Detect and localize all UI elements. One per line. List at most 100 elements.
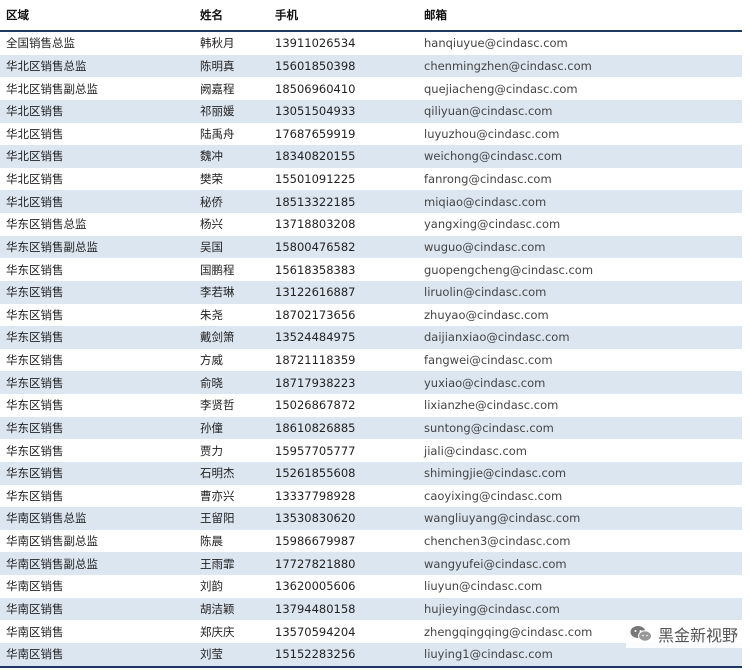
cell-phone: 17727821880 bbox=[275, 556, 356, 571]
cell-region: 华东区销售 bbox=[6, 262, 64, 277]
cell-phone: 15026867872 bbox=[275, 398, 356, 413]
cell-region: 华东区销售 bbox=[6, 307, 64, 322]
cell-phone: 15618358383 bbox=[275, 262, 356, 277]
table-row: 全国销售总监 韩秋月 13911026534 hanqiuyue@cindasc.co… bbox=[0, 32, 742, 55]
cell-region: 华东区销售 bbox=[6, 488, 64, 503]
cell-email[interactable]: qiliyuan@cindasc.com bbox=[424, 104, 553, 118]
table-header: 区域 姓名 手机 邮箱 bbox=[0, 0, 742, 32]
cell-phone: 13911026534 bbox=[275, 36, 356, 51]
cell-email[interactable]: wangyufei@cindasc.com bbox=[424, 557, 567, 571]
cell-email[interactable]: suntong@cindasc.com bbox=[424, 421, 554, 435]
cell-name: 曹亦兴 bbox=[200, 488, 235, 503]
cell-name: 韩秋月 bbox=[200, 36, 235, 51]
table-row: 华北区销售 陆禹舟 17687659919 luyuzhou@cindasc.com bbox=[0, 123, 742, 146]
header-email: 邮箱 bbox=[424, 8, 447, 22]
cell-region: 华北区销售总监 bbox=[6, 58, 87, 73]
table-row: 华东区销售 李贤哲 15026867872 lixianzhe@cindasc.com bbox=[0, 394, 742, 417]
cell-email[interactable]: miqiao@cindasc.com bbox=[424, 195, 546, 209]
cell-phone: 18513322185 bbox=[275, 194, 356, 209]
table-row: 华北区销售副总监 阙嘉程 18506960410 quejiacheng@cindas… bbox=[0, 77, 742, 100]
cell-email[interactable]: wangliuyang@cindasc.com bbox=[424, 511, 580, 525]
cell-email[interactable]: wuguo@cindasc.com bbox=[424, 240, 546, 254]
table-row: 华北区销售 祁丽媛 13051504933 qiliyuan@cindasc.com bbox=[0, 99, 742, 123]
cell-email[interactable]: yuxiao@cindasc.com bbox=[424, 376, 545, 390]
cell-email[interactable]: yangxing@cindasc.com bbox=[424, 217, 560, 231]
cell-email[interactable]: fangwei@cindasc.com bbox=[424, 353, 553, 367]
table-bottom-rule bbox=[0, 665, 742, 668]
cell-name: 王留阳 bbox=[200, 511, 235, 526]
cell-phone: 13620005606 bbox=[275, 579, 356, 594]
table-row: 华东区销售 国鹏程 15618358383 guopengcheng@cindasc.… bbox=[0, 258, 742, 281]
table-row: 华东区销售 俞晓 18717938223 yuxiao@cindasc.com bbox=[0, 371, 742, 394]
cell-email[interactable]: luyuzhou@cindasc.com bbox=[424, 127, 559, 141]
cell-region: 华东区销售 bbox=[6, 466, 64, 481]
cell-email[interactable]: quejiacheng@cindasc.com bbox=[424, 82, 578, 96]
cell-email[interactable]: liuying1@cindasc.com bbox=[424, 647, 553, 661]
cell-phone: 13794480158 bbox=[275, 601, 356, 616]
table-row: 华东区销售 戴剑箫 13524484975 daijianxiao@cindasc.c… bbox=[0, 326, 742, 349]
cell-phone: 15800476582 bbox=[275, 239, 356, 254]
cell-email[interactable]: zhengqingqing@cindasc.com bbox=[424, 625, 592, 639]
table-row: 华北区销售总监 陈明真 15601850398 chenmingzhen@cindas… bbox=[0, 54, 742, 78]
cell-region: 华东区销售 bbox=[6, 285, 64, 300]
cell-email[interactable]: chenmingzhen@cindasc.com bbox=[424, 59, 592, 73]
table-row: 华东区销售 李若琳 13122616887 liruolin@cindasc.com bbox=[0, 280, 742, 304]
cell-region: 华南区销售 bbox=[6, 647, 64, 662]
cell-phone: 18506960410 bbox=[275, 81, 356, 96]
cell-name: 石明杰 bbox=[200, 466, 235, 481]
cell-email[interactable]: zhuyao@cindasc.com bbox=[424, 308, 549, 322]
cell-region: 全国销售总监 bbox=[6, 36, 75, 51]
cell-name: 刘莹 bbox=[200, 647, 223, 662]
cell-email[interactable]: daijianxiao@cindasc.com bbox=[424, 330, 570, 344]
table-row: 华东区销售 朱尧 18702173656 zhuyao@cindasc.com bbox=[0, 304, 742, 327]
cell-name: 李若琳 bbox=[200, 285, 235, 300]
table-row: 华东区销售副总监 吴国 15800476582 wuguo@cindasc.com bbox=[0, 235, 742, 259]
cell-region: 华东区销售 bbox=[6, 375, 64, 390]
cell-region: 华东区销售副总监 bbox=[6, 239, 98, 254]
cell-name: 王雨霏 bbox=[200, 556, 235, 571]
table-row: 华南区销售 刘韵 13620005606 liuyun@cindasc.com bbox=[0, 575, 742, 598]
cell-name: 朱尧 bbox=[200, 307, 223, 322]
cell-email[interactable]: hanqiuyue@cindasc.com bbox=[424, 36, 568, 50]
cell-region: 华北区销售 bbox=[6, 104, 64, 119]
cell-email[interactable]: liruolin@cindasc.com bbox=[424, 285, 546, 299]
cell-phone: 18717938223 bbox=[275, 375, 356, 390]
cell-region: 华南区销售 bbox=[6, 579, 64, 594]
cell-region: 华东区销售 bbox=[6, 330, 64, 345]
table-row: 华东区销售 孙僮 18610826885 suntong@cindasc.com bbox=[0, 416, 742, 440]
cell-region: 华东区销售 bbox=[6, 398, 64, 413]
cell-name: 郑庆庆 bbox=[200, 624, 235, 639]
cell-phone: 18702173656 bbox=[275, 307, 356, 322]
cell-phone: 13530830620 bbox=[275, 511, 356, 526]
cell-phone: 17687659919 bbox=[275, 126, 356, 141]
cell-name: 魏冲 bbox=[200, 149, 223, 164]
cell-phone: 15152283256 bbox=[275, 647, 356, 662]
cell-email[interactable]: fanrong@cindasc.com bbox=[424, 172, 552, 186]
cell-phone: 15986679987 bbox=[275, 534, 356, 549]
cell-name: 吴国 bbox=[200, 239, 223, 254]
cell-email[interactable]: guopengcheng@cindasc.com bbox=[424, 263, 593, 277]
cell-email[interactable]: shimingjie@cindasc.com bbox=[424, 466, 566, 480]
watermark-text: 黑金新视野 bbox=[657, 626, 738, 645]
header-name: 姓名 bbox=[200, 8, 223, 22]
table-row: 华南区销售副总监 陈晨 15986679987 chenchen3@cindasc.c… bbox=[0, 530, 742, 553]
cell-phone: 13718803208 bbox=[275, 217, 356, 232]
table-row: 华南区销售副总监 王雨霏 17727821880 wangyufei@cindasc.… bbox=[0, 552, 742, 575]
table-row: 华南区销售 胡洁颖 13794480158 hujieying@cindasc.com bbox=[0, 597, 742, 621]
cell-email[interactable]: chenchen3@cindasc.com bbox=[424, 534, 570, 548]
cell-email[interactable]: weichong@cindasc.com bbox=[424, 149, 562, 163]
cell-name: 俞晓 bbox=[200, 375, 223, 390]
cell-email[interactable]: jiali@cindasc.com bbox=[424, 444, 527, 458]
table-row: 华东区销售 曹亦兴 13337798928 caoyixing@cindasc.com bbox=[0, 485, 742, 508]
cell-email[interactable]: hujieying@cindasc.com bbox=[424, 602, 560, 616]
table-body: 全国销售总监 韩秋月 13911026534 hanqiuyue@cindasc.co… bbox=[0, 32, 742, 666]
cell-email[interactable]: liuyun@cindasc.com bbox=[424, 579, 542, 593]
cell-phone: 13524484975 bbox=[275, 330, 356, 345]
cell-phone: 18610826885 bbox=[275, 420, 356, 435]
table-row: 华东区销售总监 杨兴 13718803208 yangxing@cindasc.com bbox=[0, 213, 742, 236]
table-row: 华北区销售 秘侨 18513322185 miqiao@cindasc.com bbox=[0, 190, 742, 213]
cell-name: 陈明真 bbox=[200, 58, 235, 73]
cell-email[interactable]: caoyixing@cindasc.com bbox=[424, 489, 562, 503]
table-row: 华东区销售 贾力 15957705777 jiali@cindasc.com bbox=[0, 439, 742, 462]
cell-email[interactable]: lixianzhe@cindasc.com bbox=[424, 398, 558, 412]
